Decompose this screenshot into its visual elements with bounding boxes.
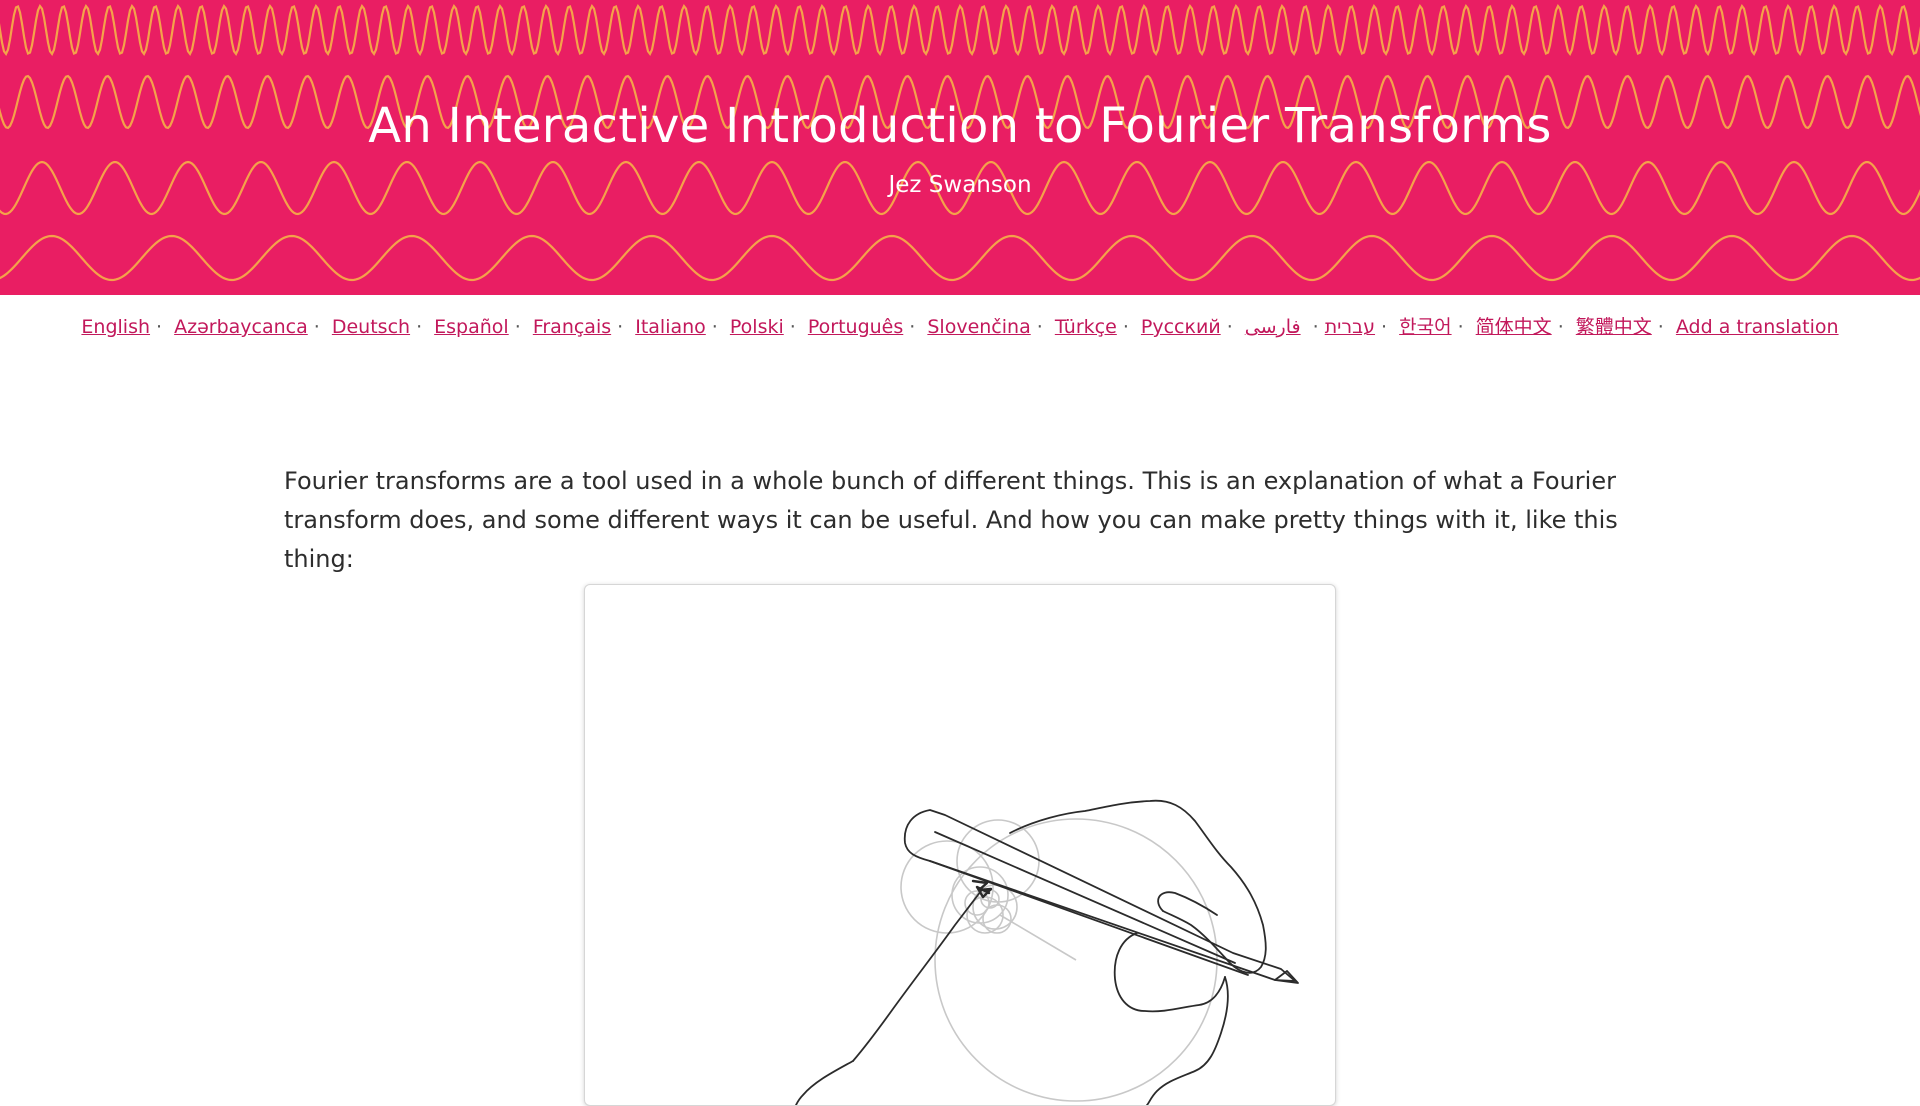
separator: · [156, 316, 163, 338]
sine-wave-4 [0, 234, 1920, 282]
separator: · [1657, 316, 1664, 338]
language-link-turkish[interactable]: Türkçe [1055, 316, 1117, 338]
page-title: An Interactive Introduction to Fourier T… [368, 98, 1552, 154]
language-link-persian[interactable]: فارسی [1245, 316, 1301, 338]
language-link-traditional-chinese[interactable]: 繁體中文 [1576, 316, 1652, 338]
separator: · [711, 316, 718, 338]
language-link-polish[interactable]: Polski [730, 316, 784, 338]
fourier-drawing-canvas[interactable] [584, 584, 1336, 1106]
separator: · [1457, 316, 1464, 338]
language-link-english[interactable]: English [81, 316, 150, 338]
separator: · [909, 316, 916, 338]
language-link-korean[interactable]: 한국어 [1399, 316, 1451, 338]
separator: · [1381, 316, 1388, 338]
language-link-simplified-chinese[interactable]: 简体中文 [1476, 316, 1552, 338]
hero-banner: An Interactive Introduction to Fourier T… [0, 0, 1920, 295]
pen-outline [903, 809, 1296, 982]
separator: · [514, 316, 521, 338]
sleeve-outline [795, 1060, 854, 1105]
hand-outline-palm [1113, 932, 1226, 1013]
language-link-german[interactable]: Deutsch [332, 316, 410, 338]
language-link-italian[interactable]: Italiano [635, 316, 706, 338]
language-link-azerbaijani[interactable]: Azərbaycanca [174, 316, 308, 338]
separator: · [1312, 316, 1319, 338]
intro-paragraph: Fourier transforms are a tool used in a … [284, 467, 1618, 573]
author-name: Jez Swanson [888, 172, 1032, 198]
language-link-slovak[interactable]: Slovenčina [927, 316, 1030, 338]
add-translation-link[interactable]: Add a translation [1676, 316, 1839, 338]
separator: · [1036, 316, 1043, 338]
language-link-hebrew[interactable]: עברית [1325, 316, 1375, 338]
separator: · [789, 316, 796, 338]
separator: · [1557, 316, 1564, 338]
language-list: English · Azərbaycanca · Deutsch · Español ·… [0, 312, 1920, 339]
epicycle-circle [956, 819, 1040, 903]
language-link-french[interactable]: Français [533, 316, 611, 338]
language-link-spanish[interactable]: Español [434, 316, 509, 338]
separator: · [617, 316, 624, 338]
sine-wave-1 [0, 3, 1920, 57]
language-link-russian[interactable]: Русский [1141, 316, 1221, 338]
epicycle-arm [999, 914, 1077, 961]
separator: · [1122, 316, 1129, 338]
pen-trace-line [852, 890, 982, 1062]
language-link-portuguese[interactable]: Português [808, 316, 903, 338]
hand-outline-top [1009, 799, 1267, 974]
separator: · [1226, 316, 1233, 338]
separator: · [313, 316, 320, 338]
hand-drawing-illustration [795, 799, 1299, 1105]
separator: · [416, 316, 423, 338]
